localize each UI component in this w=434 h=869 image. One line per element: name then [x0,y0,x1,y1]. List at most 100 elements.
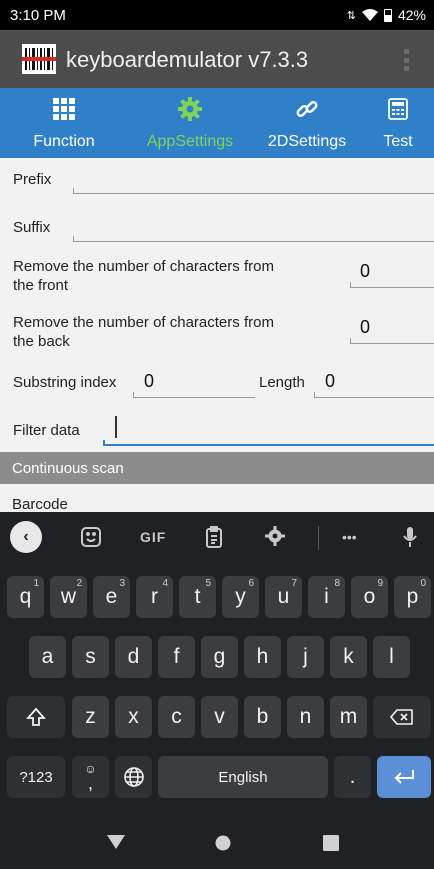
remove-back-input[interactable] [350,338,434,344]
key-a[interactable]: a [29,636,66,678]
key-j[interactable]: j [287,636,324,678]
comma-key[interactable]: ☺ , [72,756,109,798]
key-hint: 8 [334,578,340,589]
remove-back-label-line2: the back [13,333,70,350]
barcode-row[interactable]: Barcode [0,484,434,513]
key-z[interactable]: z [72,696,109,738]
soft-keyboard: ‹ GIF ••• q1 w2 e3 r4 t5 y6 u7 i8 o9 p0 … [0,512,434,869]
suffix-input[interactable] [73,236,434,242]
section-title: Continuous scan [12,460,124,477]
language-key[interactable] [115,756,152,798]
backspace-key[interactable] [373,696,431,738]
status-icons: ⇅ 42% [347,7,426,23]
tab-function[interactable]: Function [0,88,128,158]
key-w[interactable]: w2 [50,576,87,618]
filter-data-input[interactable] [103,440,434,446]
status-bar: 3:10 PM ⇅ 42% [0,0,434,30]
key-char: e [105,585,118,608]
key-o[interactable]: o9 [351,576,388,618]
key-n[interactable]: n [287,696,324,738]
wifi-icon [361,8,378,21]
link-icon [295,97,319,121]
gif-button[interactable]: GIF [140,529,166,545]
remove-front-input[interactable] [350,282,434,288]
app-title: keyboardemulator v7.3.3 [66,47,309,72]
prefix-input[interactable] [73,188,434,194]
shift-key[interactable] [7,696,65,738]
remove-back-value: 0 [360,317,371,337]
key-char: p [406,585,419,608]
calculator-icon [388,97,408,121]
period-key[interactable]: . [334,756,371,798]
key-h[interactable]: h [244,636,281,678]
enter-key[interactable] [377,756,431,798]
battery-percent: 42% [397,7,426,23]
symbols-key[interactable]: ?123 [7,756,65,798]
text-cursor [115,416,117,438]
globe-icon [123,767,144,787]
key-m[interactable]: m [330,696,367,738]
grid-icon [53,97,75,121]
settings-icon[interactable] [265,526,285,546]
key-t[interactable]: t5 [179,576,216,618]
key-i[interactable]: i8 [308,576,345,618]
key-e[interactable]: e3 [93,576,130,618]
remove-front-label-line2: the front [13,277,69,294]
remove-back-label-line1: Remove the number of characters from [13,314,274,331]
length-input[interactable] [314,392,434,398]
key-char: i [324,585,329,608]
key-f[interactable]: f [158,636,195,678]
more-options-icon[interactable]: ••• [342,529,357,545]
microphone-icon[interactable] [402,526,418,548]
back-triangle-icon[interactable] [107,835,125,849]
key-y[interactable]: y6 [222,576,259,618]
key-v[interactable]: v [201,696,238,738]
key-hint: 0 [420,578,426,589]
tab-bar: Function AppSettings 2DSettings Test [0,88,434,158]
key-char: u [277,585,290,608]
recents-square-icon[interactable] [323,835,339,851]
tab-label: Test [383,133,413,150]
key-x[interactable]: x [115,696,152,738]
key-u[interactable]: u7 [265,576,302,618]
sticker-icon[interactable] [80,526,102,548]
key-l[interactable]: l [373,636,410,678]
tab-appsettings[interactable]: AppSettings [128,88,252,158]
tab-2dsettings[interactable]: 2DSettings [252,88,362,158]
key-hint: 5 [205,578,211,589]
home-circle-icon[interactable] [215,835,231,851]
key-hint: 2 [76,578,82,589]
tab-label: Function [33,133,95,150]
substring-index-input[interactable] [133,392,255,398]
overflow-menu-icon[interactable] [404,49,410,71]
key-q[interactable]: q1 [7,576,44,618]
key-b[interactable]: b [244,696,281,738]
length-value: 0 [325,371,336,391]
key-hint: 4 [162,578,168,589]
remove-front-label-line1: Remove the number of characters from [13,258,274,275]
key-hint: 3 [119,578,125,589]
key-s[interactable]: s [72,636,109,678]
key-d[interactable]: d [115,636,152,678]
length-label: Length [259,374,305,391]
continuous-scan-header[interactable]: Continuous scan [0,452,434,484]
clipboard-icon[interactable] [205,526,223,548]
key-char: r [151,585,158,608]
chevron-left-icon[interactable]: ‹ [10,521,42,553]
key-p[interactable]: p0 [394,576,431,618]
enter-icon [394,770,414,784]
tab-label: AppSettings [146,133,234,150]
backspace-icon [390,709,413,725]
key-g[interactable]: g [201,636,238,678]
shift-icon [26,707,46,726]
key-c[interactable]: c [158,696,195,738]
prefix-label: Prefix [13,171,52,188]
tab-test[interactable]: Test [362,88,434,158]
key-char: o [363,585,376,608]
barcode-label: Barcode [12,496,68,513]
space-bar[interactable]: English [158,756,328,798]
battery-icon [383,8,392,22]
key-k[interactable]: k [330,636,367,678]
key-r[interactable]: r4 [136,576,173,618]
substring-index-value: 0 [144,371,155,391]
